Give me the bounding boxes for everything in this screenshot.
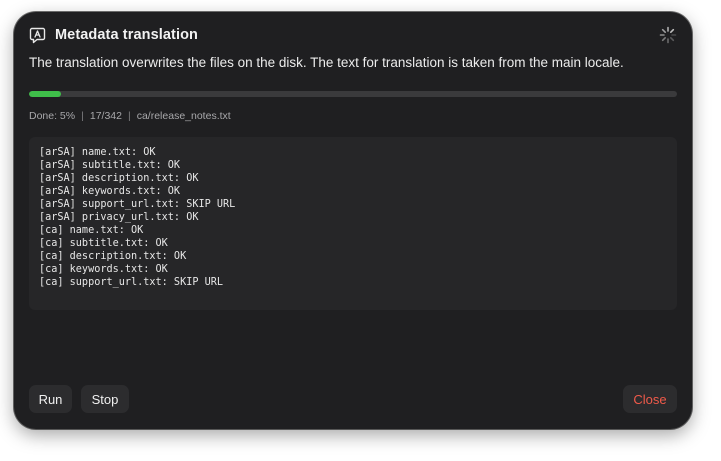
log-line: [arSA] privacy_url.txt: OK [39, 212, 199, 223]
status-separator: | [127, 110, 131, 122]
progress-bar-fill [29, 91, 62, 97]
log-line: [ca] subtitle.txt: OK [39, 238, 168, 249]
log-line: [arSA] subtitle.txt: OK [39, 160, 181, 171]
log-line: [arSA] support_url.txt: SKIP URL [39, 199, 236, 210]
log-line: [arSA] keywords.txt: OK [39, 186, 181, 197]
dialog-header: Metadata translation [29, 24, 677, 46]
log-line: [ca] description.txt: OK [39, 251, 187, 262]
stop-button[interactable]: Stop [81, 385, 129, 413]
loading-spinner-icon [659, 26, 677, 44]
status-separator: | [81, 110, 84, 122]
translation-log[interactable]: [arSA] name.txt: OK [arSA] subtitle.txt:… [29, 137, 677, 310]
close-button[interactable]: Close [623, 385, 677, 413]
translate-bubble-icon [29, 27, 46, 44]
run-button[interactable]: Run [29, 385, 72, 413]
dialog-title: Metadata translation [55, 27, 198, 43]
log-line: [ca] support_url.txt: SKIP URL [39, 277, 224, 288]
log-line: [ca] keywords.txt: OK [39, 264, 168, 275]
progress-done-text: Done: 5% [29, 110, 76, 122]
metadata-translation-dialog: Metadata translation The translation ove… [14, 12, 692, 429]
progress-current-file: ca/release_notes.txt [136, 110, 231, 122]
log-line: [arSA] description.txt: OK [39, 173, 199, 184]
progress-count-text: 17/342 [89, 110, 122, 122]
log-line: [arSA] name.txt: OK [39, 147, 156, 158]
log-line: [ca] name.txt: OK [39, 225, 144, 236]
progress-status: Done: 5% | 17/342 | ca/release_notes.txt [29, 110, 231, 122]
dialog-description: The translation overwrites the files on … [29, 55, 624, 70]
progress-bar [29, 91, 677, 97]
